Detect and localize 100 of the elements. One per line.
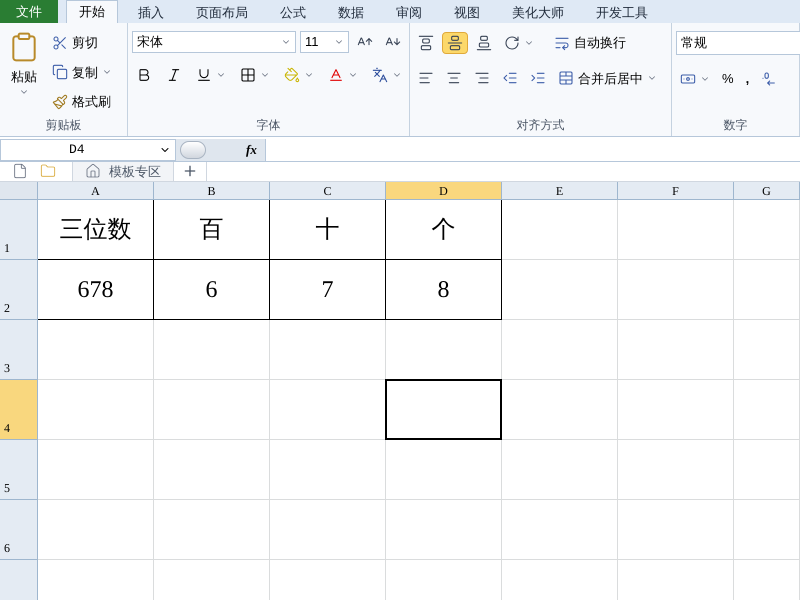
table-cell: 三位数: [38, 200, 154, 260]
column-header[interactable]: F: [618, 182, 734, 200]
comma-style-button[interactable]: ,: [742, 67, 754, 90]
grid-cell[interactable]: [38, 320, 154, 380]
ribbon-tab[interactable]: 文件: [0, 0, 58, 23]
table-cell: 6: [154, 260, 270, 320]
middle-align-button[interactable]: [442, 32, 468, 54]
template-tab[interactable]: 模板专区: [72, 162, 174, 181]
font-size-field[interactable]: 11: [300, 31, 349, 53]
grid-cell[interactable]: [38, 440, 154, 500]
row-header[interactable]: 3: [0, 320, 38, 380]
grid-cell[interactable]: [38, 380, 154, 440]
grid-cell[interactable]: [270, 500, 386, 560]
ribbon-tab[interactable]: 审阅: [384, 2, 434, 23]
grid-cell[interactable]: [734, 200, 800, 260]
grid-cell[interactable]: [734, 380, 800, 440]
grid-cell[interactable]: [154, 500, 270, 560]
format-painter-button[interactable]: 格式刷: [48, 90, 116, 114]
wrap-text-button[interactable]: 自动换行: [550, 31, 630, 54]
new-file-icon[interactable]: [12, 163, 28, 180]
column-header[interactable]: G: [734, 182, 800, 200]
column-header[interactable]: C: [270, 182, 386, 200]
grid-cell[interactable]: [734, 440, 800, 500]
table-cell: 7: [270, 260, 386, 320]
grid-cell[interactable]: [618, 260, 734, 320]
grid-cell[interactable]: [154, 440, 270, 500]
column-header[interactable]: E: [502, 182, 618, 200]
active-cell[interactable]: [385, 379, 502, 440]
ribbon-tab[interactable]: 美化大师: [500, 2, 576, 23]
grid-cell[interactable]: [502, 320, 618, 380]
row-header[interactable]: 1: [0, 200, 38, 260]
table-cell: 百: [154, 200, 270, 260]
grid-cell[interactable]: [154, 380, 270, 440]
font-name-field[interactable]: 宋体: [132, 31, 296, 53]
table-cell: 678: [38, 260, 154, 320]
grid-cell[interactable]: [270, 440, 386, 500]
row-header[interactable]: 4: [0, 380, 38, 440]
grid-cell[interactable]: [734, 320, 800, 380]
grid-cell[interactable]: [502, 500, 618, 560]
column-header[interactable]: D: [386, 182, 502, 200]
bottom-align-icon: [476, 34, 492, 51]
grid-cell[interactable]: [618, 440, 734, 500]
grid-cell[interactable]: [502, 200, 618, 260]
grid-cell[interactable]: [502, 260, 618, 320]
scissors-icon: [52, 34, 68, 51]
row-header[interactable]: 6: [0, 500, 38, 560]
grid-cell[interactable]: [154, 320, 270, 380]
phonetic-icon: [372, 67, 388, 83]
italic-icon: [166, 67, 182, 83]
ribbon-tab[interactable]: 公式: [268, 2, 318, 23]
number-format-field[interactable]: 常规: [676, 31, 800, 55]
grid-cell[interactable]: [386, 500, 502, 560]
group-label: 字体: [256, 116, 280, 134]
folder-icon[interactable]: [40, 163, 56, 180]
name-box[interactable]: D4: [0, 138, 176, 160]
ribbon-tab[interactable]: 开发工具: [584, 2, 660, 23]
grid-cell[interactable]: [618, 380, 734, 440]
ribbon-tab[interactable]: 插入: [126, 2, 176, 23]
ribbon-tab[interactable]: 页面布局: [184, 2, 260, 23]
grid-cell[interactable]: [270, 320, 386, 380]
paste-button[interactable]: 粘贴: [4, 27, 44, 114]
column-header[interactable]: B: [154, 182, 270, 200]
ribbon-tab[interactable]: 视图: [442, 2, 492, 23]
top-align-icon: [418, 34, 434, 51]
group-label: 对齐方式: [516, 116, 564, 134]
table-cell: 个: [386, 200, 502, 260]
insert-function-button[interactable]: fx: [246, 140, 257, 160]
border-icon: [240, 67, 256, 83]
ribbon-tab[interactable]: 数据: [326, 2, 376, 23]
grid-cell[interactable]: [618, 320, 734, 380]
row-header[interactable]: 5: [0, 440, 38, 500]
paint-bucket-icon: [284, 67, 300, 83]
underline-icon: [196, 67, 212, 83]
column-header[interactable]: A: [38, 182, 154, 200]
cut-button[interactable]: 剪切: [48, 31, 116, 54]
table-cell: 十: [270, 200, 386, 260]
merge-center-button[interactable]: 合并后居中: [554, 66, 661, 90]
row-header[interactable]: 2: [0, 260, 38, 320]
font-color-icon: [328, 67, 344, 83]
grid-cell[interactable]: [38, 500, 154, 560]
brush-icon: [52, 94, 68, 110]
grid-cell[interactable]: [386, 440, 502, 500]
home-icon: [85, 163, 101, 180]
table-cell: 8: [386, 260, 502, 320]
middle-align-icon: [447, 34, 463, 51]
grid-cell[interactable]: [734, 260, 800, 320]
merge-cells-icon: [558, 70, 574, 86]
formula-input[interactable]: [264, 138, 800, 160]
copy-icon: [52, 64, 68, 80]
copy-button[interactable]: 复制: [48, 60, 116, 84]
group-label: 数字: [724, 116, 748, 134]
grid-cell[interactable]: [502, 440, 618, 500]
grid-cell[interactable]: [734, 500, 800, 560]
percent-button[interactable]: %: [718, 67, 738, 90]
grid-cell[interactable]: [618, 200, 734, 260]
ribbon-tab[interactable]: 开始: [66, 0, 118, 23]
grid-cell[interactable]: [502, 380, 618, 440]
grid-cell[interactable]: [618, 500, 734, 560]
formula-divider-handle[interactable]: [180, 140, 206, 158]
orientation-icon: [504, 34, 520, 51]
